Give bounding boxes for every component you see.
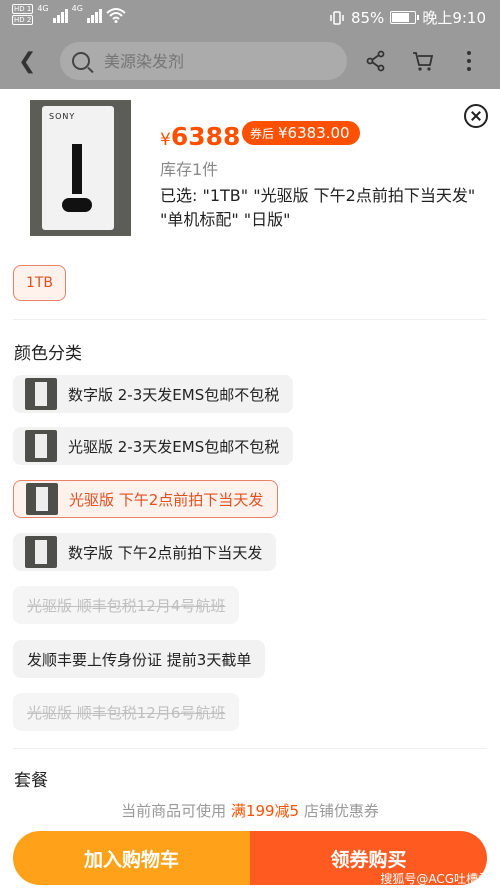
back-icon[interactable]: ❮ bbox=[18, 49, 36, 74]
cart-icon[interactable] bbox=[410, 48, 436, 74]
promo-highlight: 满199减5 bbox=[230, 802, 300, 820]
divider bbox=[13, 748, 487, 749]
search-bar[interactable] bbox=[60, 42, 347, 80]
battery-icon bbox=[390, 11, 420, 24]
price: ¥6388 bbox=[160, 122, 241, 151]
brand-logo: SONY bbox=[49, 112, 76, 121]
vibrate-icon bbox=[330, 10, 344, 25]
color-option-digital-ems[interactable]: 数字版 2-3天发EMS包邮不包税 bbox=[13, 375, 294, 413]
divider bbox=[13, 319, 487, 320]
color-option-disc-ems[interactable]: 光驱版 2-3天发EMS包邮不包税 bbox=[13, 427, 294, 465]
package-section-title: 套餐 bbox=[14, 771, 48, 791]
coupon-promo: 当前商品可使用 满199减5 店铺优惠券 bbox=[121, 802, 379, 820]
add-to-cart-button[interactable]: 加入购物车 bbox=[13, 831, 250, 885]
product-image[interactable]: SONY bbox=[30, 100, 131, 236]
share-icon[interactable] bbox=[363, 48, 389, 74]
coupon-price-badge: 券后 ¥6383.00 bbox=[242, 121, 360, 145]
battery-fill bbox=[392, 13, 410, 22]
option-thumbnail bbox=[25, 536, 57, 568]
color-option-disc-sf-dec6: 光驱版 顺丰包税12月6号航班 bbox=[13, 693, 240, 731]
network-type-2: 4G bbox=[71, 4, 83, 13]
color-option-disc-sameday[interactable]: 光驱版 下午2点前拍下当天发 bbox=[13, 480, 279, 518]
color-section-title: 颜色分类 bbox=[14, 344, 82, 364]
watermark: 搜狐号@ACG吐槽君 bbox=[380, 872, 490, 886]
signal-icon bbox=[52, 7, 68, 23]
option-thumbnail bbox=[26, 483, 58, 515]
selected-spec: 已选: "1TB" "光驱版 下午2点前拍下当天发" "单机标配" "日版" bbox=[160, 186, 476, 229]
status-bar: HD 1 HD 2 4G 4G 85% 晚上9:10 bbox=[0, 0, 500, 36]
network-type-1: 4G bbox=[37, 4, 49, 13]
option-thumbnail bbox=[25, 378, 57, 410]
close-icon[interactable] bbox=[464, 104, 488, 128]
color-option-disc-sf-dec4: 光驱版 顺丰包税12月4号航班 bbox=[13, 586, 240, 624]
option-thumbnail bbox=[25, 430, 57, 462]
battery-percent: 85% bbox=[350, 8, 385, 27]
status-right: 85% 晚上9:10 bbox=[329, 7, 486, 28]
hd1-icon: HD 1 bbox=[12, 4, 34, 14]
hd-icons: HD 1 HD 2 bbox=[12, 4, 34, 25]
clock: 晚上9:10 bbox=[422, 9, 486, 27]
sku-sheet: SONY ¥6388 券后 ¥6383.00 库存1件 已选: "1TB" "光驱… bbox=[0, 89, 500, 889]
more-icon[interactable] bbox=[456, 48, 482, 74]
nav-bar: ❮ bbox=[0, 36, 500, 89]
wifi-icon bbox=[106, 7, 126, 23]
search-icon bbox=[72, 52, 90, 70]
search-input[interactable] bbox=[102, 50, 326, 72]
option-1tb[interactable]: 1TB bbox=[13, 265, 66, 301]
signal-icon bbox=[86, 7, 102, 23]
color-option-sf-id[interactable]: 发顺丰要上传身份证 提前3天截单 bbox=[13, 640, 266, 678]
signal-group: HD 1 HD 2 4G 4G bbox=[12, 4, 126, 25]
console-box: SONY bbox=[42, 106, 114, 230]
stock-text: 库存1件 bbox=[160, 160, 219, 179]
color-option-digital-sameday[interactable]: 数字版 下午2点前拍下当天发 bbox=[13, 533, 277, 571]
hd2-icon: HD 2 bbox=[12, 15, 34, 25]
